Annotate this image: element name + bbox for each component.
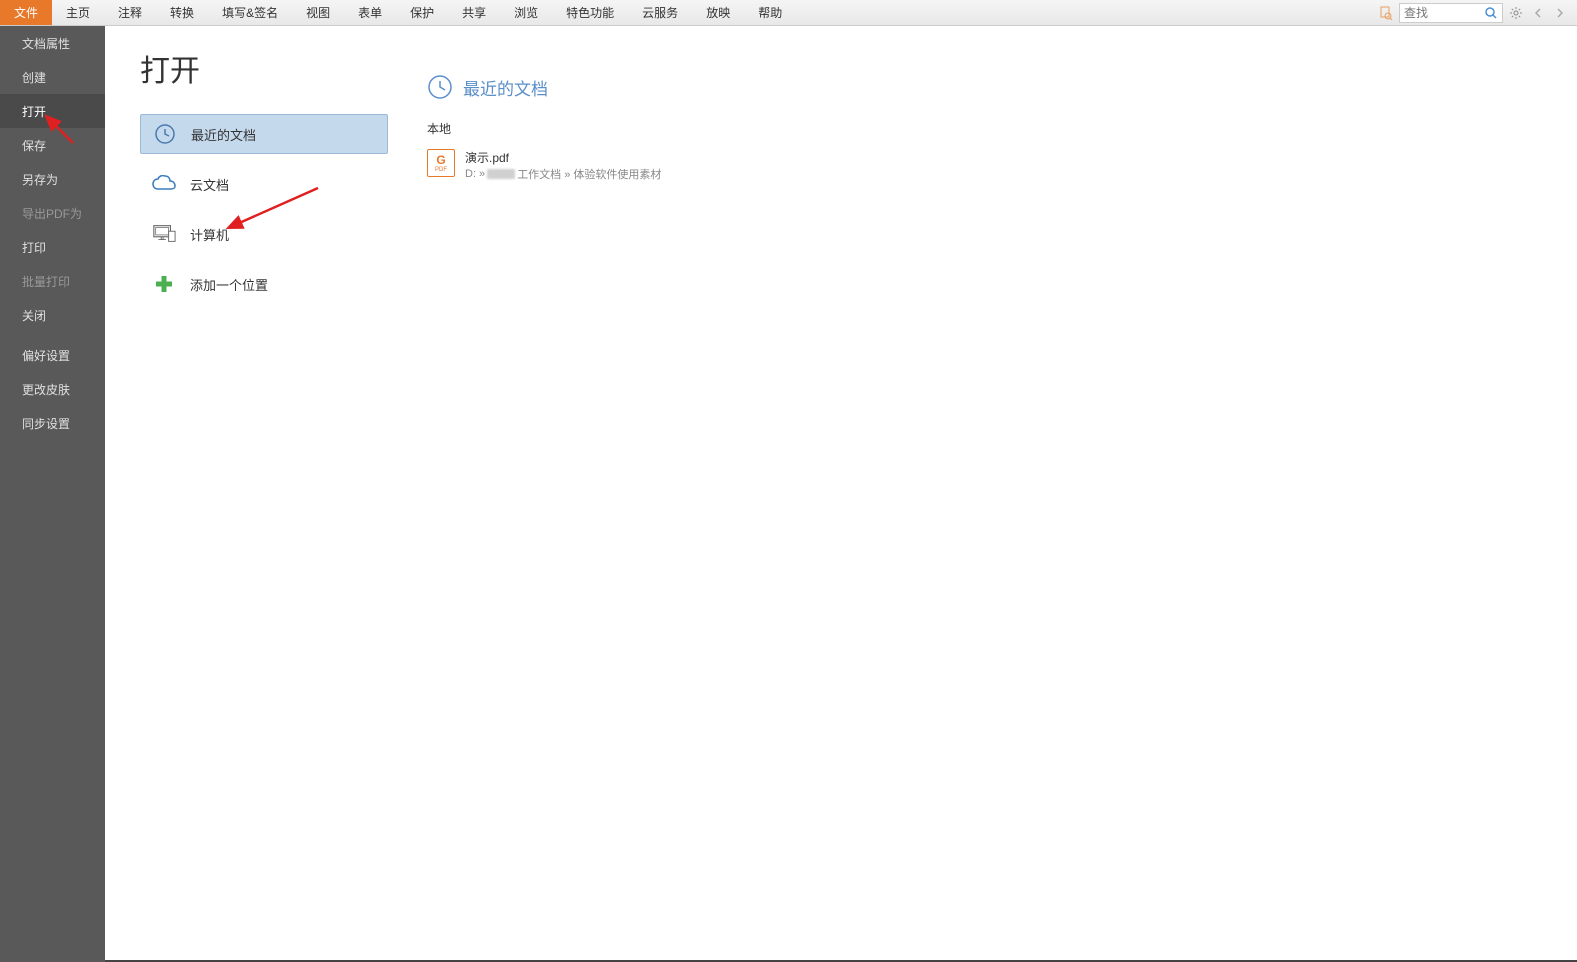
sidebar-sync-settings[interactable]: 同步设置 [0,406,105,440]
sidebar-doc-properties[interactable]: 文档属性 [0,26,105,60]
sidebar-close[interactable]: 关闭 [0,298,105,332]
nav-prev-icon[interactable] [1529,4,1547,22]
sidebar-print[interactable]: 打印 [0,230,105,264]
pdf-file-icon: G PDF [427,149,455,177]
option-label: 计算机 [190,225,229,244]
sidebar-save[interactable]: 保存 [0,128,105,162]
plus-icon [152,272,176,296]
option-cloud-docs[interactable]: 云文档 [140,164,388,204]
menu-browse[interactable]: 浏览 [500,0,552,25]
menu-convert[interactable]: 转换 [156,0,208,25]
file-path: D: » 工作文档 » 体验软件使用素材 [465,166,661,182]
computer-icon [152,222,176,246]
menu-annotate[interactable]: 注释 [104,0,156,25]
menu-fill-sign[interactable]: 填写&签名 [208,0,292,25]
search-input[interactable] [1400,6,1480,20]
main-content: 最近的文档 本地 G PDF 演示.pdf D: » 工作文档 » 体验软件使用… [395,26,1577,962]
option-label: 云文档 [190,175,229,194]
menu-file[interactable]: 文件 [0,0,52,25]
menu-form[interactable]: 表单 [344,0,396,25]
menu-share[interactable]: 共享 [448,0,500,25]
sidebar-create[interactable]: 创建 [0,60,105,94]
search-doc-icon[interactable] [1377,4,1395,22]
content-title: 最近的文档 [463,75,548,100]
search-button[interactable] [1480,4,1502,22]
menu-view[interactable]: 视图 [292,0,344,25]
section-label-local: 本地 [427,120,1577,137]
menu-features[interactable]: 特色功能 [552,0,628,25]
sidebar-preferences[interactable]: 偏好设置 [0,338,105,372]
menu-home[interactable]: 主页 [52,0,104,25]
option-computer[interactable]: 计算机 [140,214,388,254]
menu-cloud[interactable]: 云服务 [628,0,692,25]
open-options-panel: 打开 最近的文档 云文档 计算机 添加一个位置 [105,26,395,962]
option-recent-docs[interactable]: 最近的文档 [140,114,388,154]
file-sidebar: 文档属性 创建 打开 保存 另存为 导出PDF为 打印 批量打印 关闭 偏好设置… [0,26,105,962]
option-add-location[interactable]: 添加一个位置 [140,264,388,304]
sidebar-export-pdf[interactable]: 导出PDF为 [0,196,105,230]
sidebar-save-as[interactable]: 另存为 [0,162,105,196]
nav-next-icon[interactable] [1551,4,1569,22]
redacted-text [487,169,515,179]
sidebar-open[interactable]: 打开 [0,94,105,128]
search-box [1399,3,1503,23]
cloud-icon [152,172,176,196]
file-name: 演示.pdf [465,149,661,166]
settings-gear-icon[interactable] [1507,4,1525,22]
content-header: 最近的文档 [427,74,1577,100]
recent-file-item[interactable]: G PDF 演示.pdf D: » 工作文档 » 体验软件使用素材 [427,145,1577,186]
option-label: 添加一个位置 [190,275,268,294]
clock-icon [427,74,453,100]
menu-bar: 文件 主页 注释 转换 填写&签名 视图 表单 保护 共享 浏览 特色功能 云服… [0,0,1577,26]
menu-protect[interactable]: 保护 [396,0,448,25]
panel-title: 打开 [140,46,395,90]
option-label: 最近的文档 [191,125,256,144]
sidebar-batch-print[interactable]: 批量打印 [0,264,105,298]
menu-play[interactable]: 放映 [692,0,744,25]
clock-icon [153,122,177,146]
sidebar-skin[interactable]: 更改皮肤 [0,372,105,406]
menu-help[interactable]: 帮助 [744,0,796,25]
